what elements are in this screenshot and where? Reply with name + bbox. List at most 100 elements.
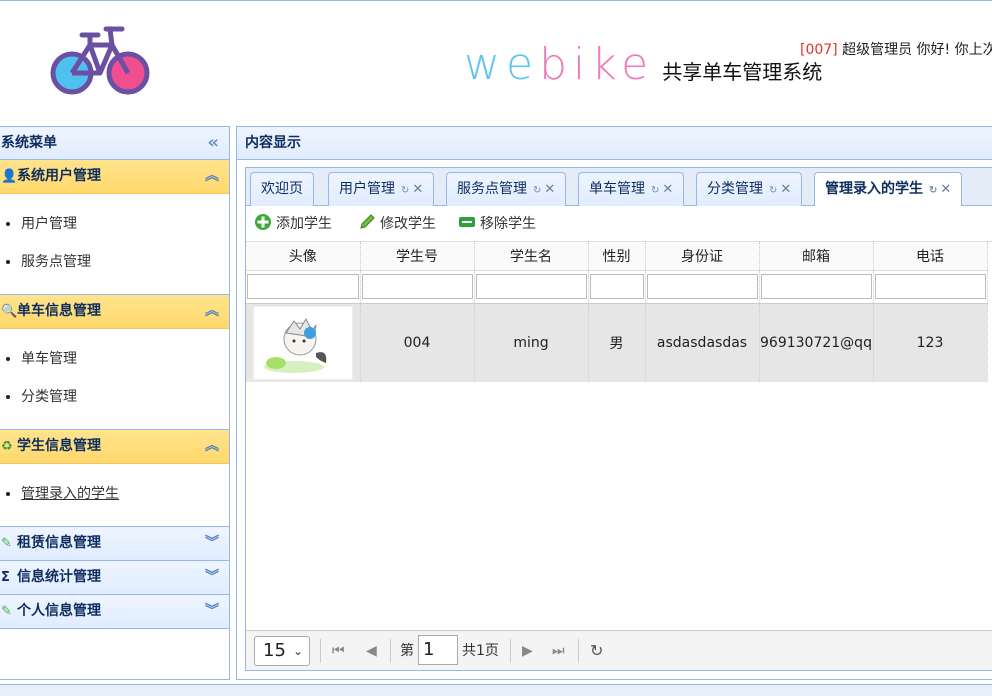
bike-logo-icon [50, 26, 150, 95]
prev-page-icon[interactable]: ◀ [366, 639, 377, 663]
page-number-input[interactable]: 1 [418, 635, 458, 665]
user-id: [007] [800, 42, 838, 58]
user-greeting: [007] 超级管理员 你好! 你上次 [800, 39, 992, 59]
accordion-personal-info[interactable]: ✎ 个人信息管理 ︾ [0, 595, 229, 629]
refresh-tab-icon[interactable]: ↻ [401, 185, 409, 196]
divider [320, 639, 321, 663]
close-icon[interactable]: ✕ [940, 182, 951, 197]
remove-student-button[interactable]: 移除学生 [458, 213, 536, 235]
menu-item-bike-management[interactable]: 单车管理 [21, 341, 229, 379]
system-menu-panel: 系统菜单 « 👤系统用户管理 ︽ 用户管理 服务点管理 🔍单车信息管理 ︽ 单车… [0, 126, 230, 680]
student-grid: 头像 学生号 学生名 性别 身份证 邮箱 电话 004 ming 男 asdas… [246, 242, 992, 672]
tab-service-point-management[interactable]: 服务点管理 ↻ ✕ [446, 172, 567, 206]
page-size-select[interactable]: 15 ⌄ [254, 636, 310, 666]
menu-item-user-management[interactable]: 用户管理 [21, 206, 229, 244]
filter-student-name-input[interactable] [475, 274, 587, 299]
cell-id-card: asdasdasdas [645, 303, 760, 382]
filter-avatar-input[interactable] [247, 274, 359, 299]
column-header-email[interactable]: 邮箱 [759, 242, 874, 271]
tabs-container: 欢迎页 用户管理 ↻ ✕ 服务点管理 ↻ ✕ 单车管理 ↻ ✕ 分类管理 ↻ ✕ 管理录入的学生… [245, 167, 992, 671]
first-page-icon[interactable]: ⏮ [332, 639, 345, 663]
filter-id-card-input[interactable] [646, 274, 758, 299]
grid-header-row: 头像 学生号 学生名 性别 身份证 邮箱 电话 [246, 242, 988, 271]
column-header-student-name[interactable]: 学生名 [474, 242, 589, 271]
menu-item-category-management[interactable]: 分类管理 [21, 379, 229, 417]
filter-email-input[interactable] [760, 274, 872, 299]
close-icon[interactable]: ✕ [544, 182, 555, 197]
last-page-icon[interactable]: ⏭ [552, 639, 565, 663]
chevron-up-icon[interactable]: ︽ [205, 160, 219, 193]
collapse-left-icon[interactable]: « [207, 127, 219, 159]
search-icon: 🔍 [1, 304, 18, 319]
content-panel: 内容显示 欢迎页 用户管理 ↻ ✕ 服务点管理 ↻ ✕ 单车管理 ↻ ✕ 分类管理 ↻ ✕ 管理… [236, 126, 992, 680]
filter-phone-input[interactable] [874, 274, 986, 299]
header: webike 共享单车管理系统 [007] 超级管理员 你好! 你上次 [0, 0, 992, 118]
cell-student-name: ming [474, 303, 589, 382]
column-header-gender[interactable]: 性别 [588, 242, 646, 271]
edit-student-button[interactable]: 修改学生 [358, 213, 436, 235]
sigma-icon: Σ [1, 570, 10, 585]
accordion-body-student-info: 管理录入的学生 [0, 464, 229, 527]
accordion-body-bike-info: 单车管理 分类管理 [0, 329, 229, 430]
divider [510, 639, 511, 663]
column-header-avatar[interactable]: 头像 [246, 242, 361, 271]
chevron-down-icon[interactable]: ︾ [205, 527, 219, 560]
avatar [252, 305, 353, 380]
pencil-icon [360, 214, 375, 229]
tab-category-management[interactable]: 分类管理 ↻ ✕ [696, 172, 803, 206]
content-title: 内容显示 [237, 127, 992, 160]
greeting-text: 超级管理员 你好! 你上次 [842, 42, 992, 58]
column-header-id-card[interactable]: 身份证 [645, 242, 760, 271]
brand-subtitle: 共享单车管理系统 [662, 60, 823, 84]
pagination-bar: 15 ⌄ ⏮ ◀ 第 1 共1页 ▶ ⏭ ↻ [246, 630, 992, 670]
filter-student-id-input[interactable] [361, 274, 473, 299]
cell-gender: 男 [588, 303, 646, 382]
divider [578, 639, 579, 663]
next-page-icon[interactable]: ▶ [522, 639, 533, 663]
accordion-statistics[interactable]: Σ 信息统计管理 ︾ [0, 561, 229, 595]
tab-manage-students[interactable]: 管理录入的学生 ↻ ✕ [814, 172, 963, 207]
add-student-button[interactable]: 添加学生 [254, 213, 332, 235]
refresh-icon[interactable]: ↻ [590, 639, 603, 663]
refresh-tab-icon[interactable]: ↻ [651, 185, 659, 196]
brand-word: webike [464, 39, 655, 90]
toolbar: 添加学生 修改学生 移除学生 [246, 206, 992, 242]
column-header-student-id[interactable]: 学生号 [360, 242, 475, 271]
accordion-system-users[interactable]: 👤系统用户管理 ︽ [0, 160, 229, 194]
remove-icon [459, 217, 475, 227]
menu-item-manage-students[interactable]: 管理录入的学生 [21, 476, 229, 514]
page: webike 共享单车管理系统 [007] 超级管理员 你好! 你上次 系统菜单 … [0, 0, 992, 696]
divider [390, 639, 391, 663]
cell-email: 969130721@qq [759, 303, 874, 382]
page-prefix: 第 [400, 643, 414, 659]
cell-student-id: 004 [360, 303, 475, 382]
chevron-up-icon[interactable]: ︽ [205, 295, 219, 328]
chevron-down-icon[interactable]: ︾ [205, 595, 219, 628]
chevron-down-icon[interactable]: ︾ [205, 561, 219, 594]
close-icon[interactable]: ✕ [412, 182, 423, 197]
refresh-tab-icon[interactable]: ↻ [929, 185, 937, 196]
tab-user-management[interactable]: 用户管理 ↻ ✕ [328, 172, 435, 206]
footer-region [0, 684, 992, 696]
accordion-body-system-users: 用户管理 服务点管理 [0, 194, 229, 295]
column-header-phone[interactable]: 电话 [873, 242, 988, 271]
accordion-student-info[interactable]: ♻ 学生信息管理 ︽ [0, 430, 229, 464]
accordion-bike-info[interactable]: 🔍单车信息管理 ︽ [0, 295, 229, 329]
refresh-tab-icon[interactable]: ↻ [769, 185, 777, 196]
close-icon[interactable]: ✕ [662, 182, 673, 197]
tab-strip: 欢迎页 用户管理 ↻ ✕ 服务点管理 ↻ ✕ 单车管理 ↻ ✕ 分类管理 ↻ ✕ 管理录入的学生… [246, 168, 992, 207]
table-row[interactable]: 004 ming 男 asdasdasdas 969130721@qq 123 [246, 303, 988, 382]
refresh-tab-icon[interactable]: ↻ [533, 185, 541, 196]
accordion-rental-info[interactable]: ✎ 租赁信息管理 ︾ [0, 527, 229, 561]
page-total: 共1页 [462, 643, 499, 659]
pencil-icon: ✎ [1, 604, 12, 619]
tab-bike-management[interactable]: 单车管理 ↻ ✕ [578, 172, 685, 206]
brand-title: webike 共享单车管理系统 [464, 39, 822, 95]
filter-gender-input[interactable] [589, 274, 644, 299]
cell-phone: 123 [873, 303, 988, 382]
close-icon[interactable]: ✕ [780, 182, 791, 197]
user-icon: 👤 [1, 169, 18, 184]
chevron-up-icon[interactable]: ︽ [205, 430, 219, 463]
menu-item-service-point-management[interactable]: 服务点管理 [21, 244, 229, 282]
tab-welcome[interactable]: 欢迎页 [250, 172, 314, 206]
